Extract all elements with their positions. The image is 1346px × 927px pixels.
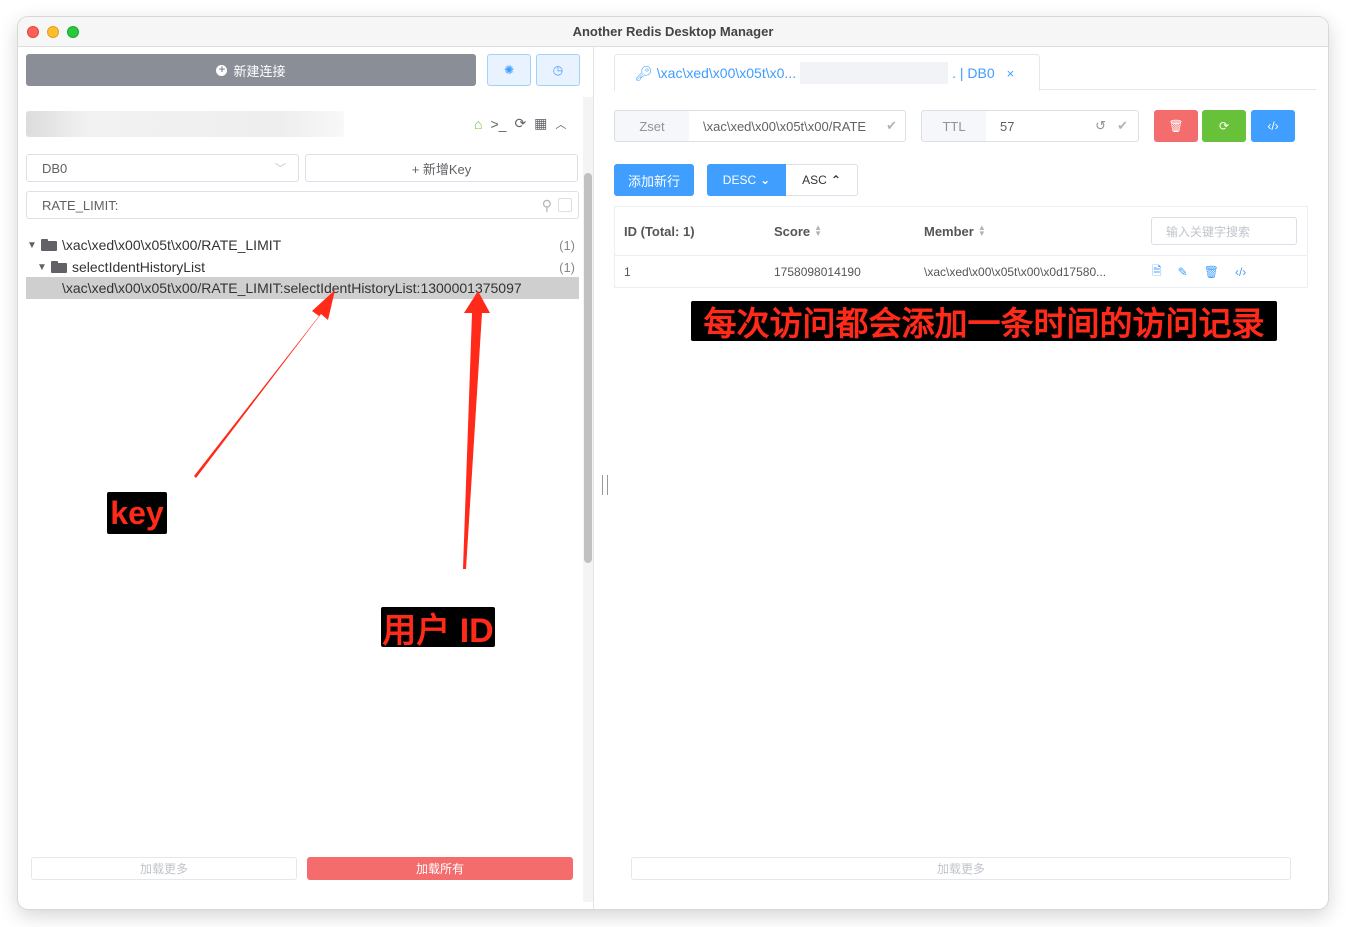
sidebar-scroll-thumb[interactable] [584, 173, 592, 563]
column-header-member-label: Member [924, 223, 974, 239]
check-icon[interactable]: ✔ [1117, 118, 1128, 134]
zoom-window-button[interactable] [67, 26, 79, 38]
connection-actions: ⌂ >_ ⟳ ▦ ︿ [474, 115, 566, 132]
db-select[interactable]: DB0 ﹀ [26, 154, 299, 182]
terminal-icon[interactable]: >_ [490, 116, 506, 132]
clock-icon: ◷ [552, 63, 564, 77]
sort-asc-label: ASC [802, 173, 827, 187]
tab-label-suffix: . | DB0 [952, 65, 995, 81]
tree-folder-count: (1) [559, 237, 575, 253]
db-select-value: DB0 [42, 160, 68, 176]
connection-name-redacted[interactable] [26, 111, 344, 137]
document-icon[interactable]: 🗎︎ [1152, 262, 1162, 283]
tree-key-selected[interactable]: \xac\xed\x00\x05t\x00/RATE_LIMIT:selectI… [26, 277, 579, 299]
column-header-score[interactable]: Score ▲ ▼ [774, 207, 822, 255]
column-header-score-label: Score [774, 223, 811, 239]
annotation-key: key [107, 492, 167, 534]
key-name-value: \xac\xed\x00\x05t\x00/RATE [703, 118, 867, 134]
ttl-value: 57 [1000, 118, 1015, 134]
key-type-label: Zset [614, 110, 690, 142]
new-connection-button[interactable]: + 新建连接 [26, 54, 476, 86]
caret-down-icon: ▼ [27, 239, 37, 251]
undo-icon[interactable]: ↺ [1095, 118, 1106, 134]
tab-label-prefix: \xac\xed\x00\x05t\x0... [656, 65, 797, 81]
sort-arrows-icon[interactable]: ▲ ▼ [978, 224, 986, 238]
refresh-icon[interactable]: ⟳ [514, 115, 526, 132]
ttl-input[interactable]: 57 ↺ ✔ [986, 110, 1139, 142]
add-row-button[interactable]: 添加新行 [614, 164, 694, 196]
column-header-id: ID (Total: 1) [624, 223, 695, 239]
cell-member: \xac\xed\x00\x05t\x00\x0d17580... [924, 265, 1107, 279]
close-window-button[interactable] [27, 26, 39, 38]
check-icon[interactable]: ✔ [886, 118, 897, 134]
delete-key-button[interactable]: 🗑︎ [1154, 110, 1198, 142]
tree-folder-label: \xac\xed\x00\x05t\x00/RATE_LIMIT [62, 237, 282, 253]
plus-circle-icon: + [216, 64, 228, 76]
main-load-more-button[interactable]: 加载更多 [631, 857, 1291, 880]
chevron-up-icon[interactable]: ︿ [555, 116, 566, 132]
home-icon[interactable]: ⌂ [474, 116, 482, 132]
settings-button[interactable]: ✺ [487, 54, 531, 86]
cell-id: 1 [624, 265, 631, 279]
tree-folder-rate-limit[interactable]: ▼ \xac\xed\x00\x05t\x00/RATE_LIMIT (1) [26, 234, 579, 256]
new-key-label: + 新增Key [411, 161, 472, 177]
sort-arrows-icon[interactable]: ▲ ▼ [814, 224, 822, 238]
tree-folder-count: (1) [559, 259, 575, 275]
refresh-key-button[interactable]: ⟳ [1202, 110, 1246, 142]
trash-icon[interactable]: 🗑︎ [1204, 265, 1219, 279]
ttl-label: TTL [921, 110, 987, 142]
annotation-note: 每次访问都会添加一条时间的访问记录 [691, 301, 1277, 342]
load-more-button[interactable]: 加载更多 [31, 857, 297, 880]
column-header-member[interactable]: Member ▲ ▼ [924, 207, 986, 255]
row-actions: 🗎︎ ✎ 🗑︎ ‹/› [1152, 256, 1246, 288]
tree-folder-select-ident[interactable]: ▼ selectIdentHistoryList (1) [26, 256, 579, 278]
new-key-button[interactable]: + 新增Key [305, 154, 578, 182]
members-table: ID (Total: 1) Score ▲ ▼ Member ▲ ▼ 输入关键字搜索… [614, 206, 1308, 288]
refresh-icon: ⟳ [1218, 119, 1230, 133]
key-search-value: RATE_LIMIT: [42, 197, 119, 213]
folder-icon [41, 239, 57, 251]
cell-score: 1758098014190 [774, 265, 861, 279]
folder-icon [51, 261, 67, 273]
load-all-button[interactable]: 加载所有 [307, 857, 573, 880]
app-window: Another Redis Desktop Manager + 新建连接 ✺ ◷… [18, 17, 1328, 909]
resize-handle[interactable] [602, 475, 608, 495]
key-icon: 🔑︎ [635, 64, 653, 81]
tab-key[interactable]: 🔑︎ \xac\xed\x00\x05t\x0... . | DB0 × [614, 54, 1040, 91]
chevron-down-icon: ﹀ [275, 163, 286, 175]
code-icon: ‹/› [1267, 119, 1279, 133]
trash-icon: 🗑︎ [1168, 119, 1184, 133]
chevron-up-icon: ⌃ [830, 173, 841, 187]
gear-icon: ✺ [503, 63, 515, 77]
key-name-input[interactable]: \xac\xed\x00\x05t\x00/RATE ✔ [689, 110, 906, 142]
grid-icon[interactable]: ▦ [534, 115, 547, 132]
edit-icon[interactable]: ✎ [1178, 265, 1188, 279]
minimize-window-button[interactable] [47, 26, 59, 38]
chevron-down-icon: ⌄ [760, 173, 771, 187]
sort-desc-button[interactable]: DESC ⌄ [707, 164, 786, 196]
window-title: Another Redis Desktop Manager [572, 24, 774, 39]
caret-down-icon: ▼ [37, 261, 47, 273]
tab-label-redacted [800, 62, 949, 84]
code-view-button[interactable]: ‹/› [1251, 110, 1295, 142]
annotation-user-id: 用户 ID [381, 607, 495, 650]
new-connection-label: 新建连接 [233, 63, 286, 79]
pane-divider [593, 47, 594, 909]
search-icon[interactable]: ⚲ [542, 197, 552, 214]
sort-asc-button[interactable]: ASC ⌃ [786, 164, 858, 196]
tab-bar-line [1040, 89, 1316, 90]
sort-desc-label: DESC [722, 173, 757, 187]
exact-search-checkbox[interactable] [558, 198, 572, 212]
table-search-input[interactable]: 输入关键字搜索 [1151, 217, 1297, 245]
tree-folder-label: selectIdentHistoryList [72, 259, 206, 275]
tab-close-icon[interactable]: × [1007, 66, 1015, 81]
history-button[interactable]: ◷ [536, 54, 580, 86]
title-bar: Another Redis Desktop Manager [18, 17, 1328, 47]
key-search-input[interactable]: RATE_LIMIT: ⚲ [26, 191, 579, 219]
code-icon[interactable]: ‹/› [1235, 265, 1246, 279]
